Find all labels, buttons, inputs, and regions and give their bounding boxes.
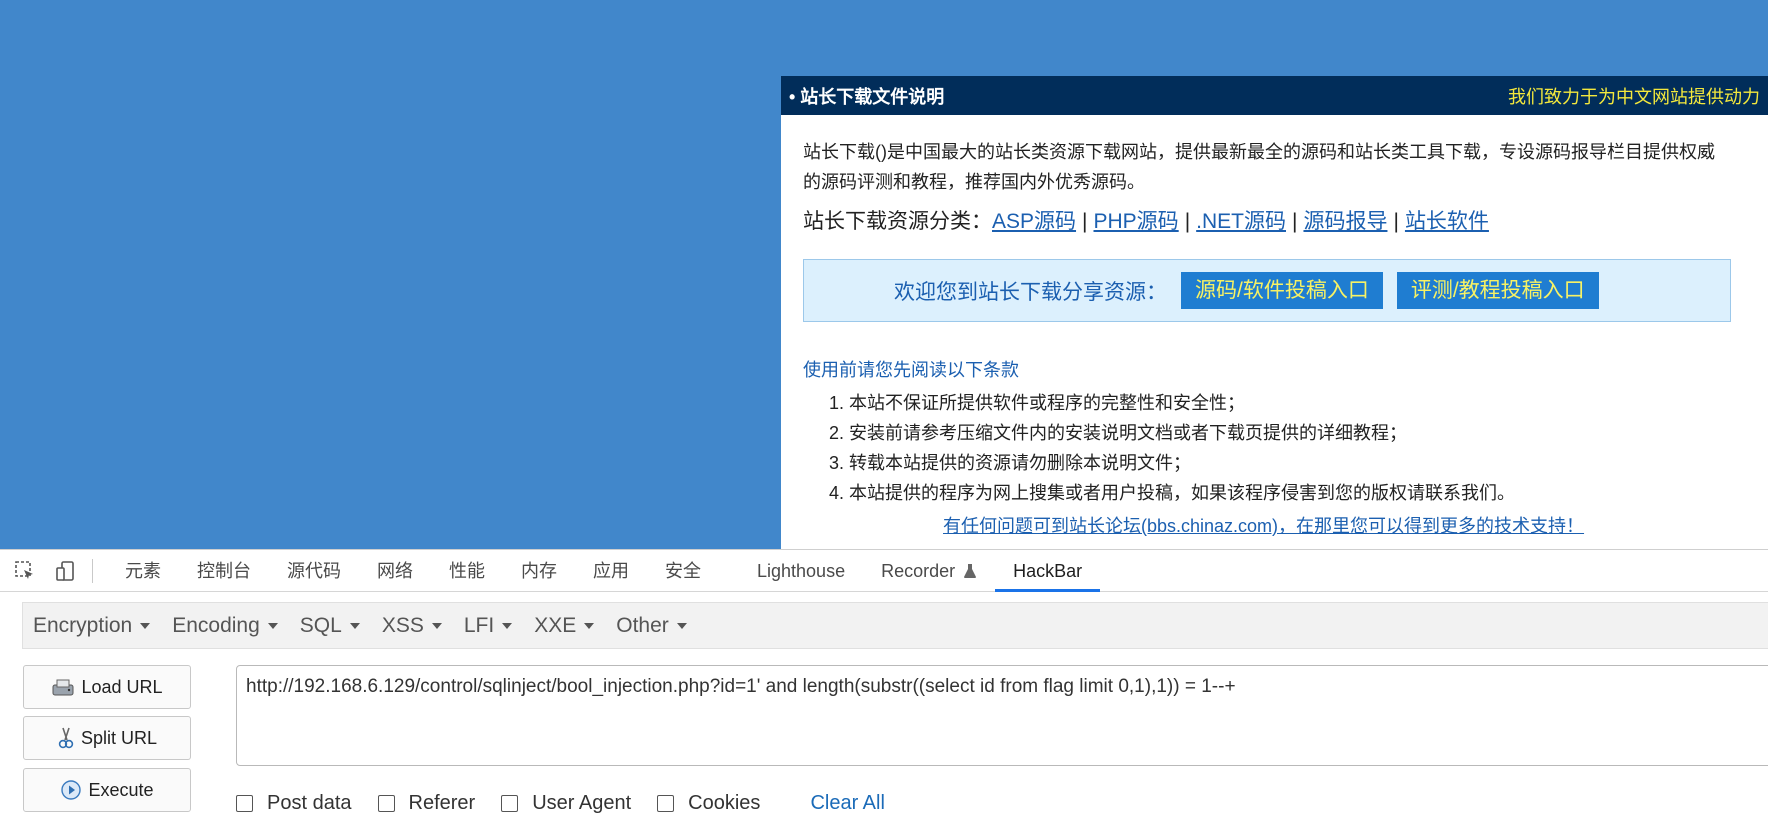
menu-lfi[interactable]: LFI xyxy=(463,613,513,638)
cookies-checkbox[interactable] xyxy=(657,795,675,812)
category-link-php[interactable]: PHP源码 xyxy=(1094,210,1179,233)
scissors-icon xyxy=(58,727,74,749)
load-url-icon xyxy=(52,679,74,696)
play-icon xyxy=(61,780,82,800)
chevron-down-icon xyxy=(349,622,360,629)
menu-xss-label: XSS xyxy=(381,613,424,637)
chevron-down-icon xyxy=(584,622,595,629)
tab-elements[interactable]: 元素 xyxy=(107,550,179,592)
panel-title: • 站长下载文件说明 xyxy=(789,86,945,107)
category-link-report[interactable]: 源码报导 xyxy=(1303,210,1387,233)
chevron-down-icon xyxy=(267,622,278,629)
menu-encoding-label: Encoding xyxy=(172,613,260,637)
referer-label: Referer xyxy=(408,792,476,814)
menu-encoding[interactable]: Encoding xyxy=(172,614,278,638)
tab-hackbar[interactable]: HackBar xyxy=(995,550,1101,592)
url-textarea[interactable]: http://192.168.6.129/control/sqlinject/b… xyxy=(236,665,1768,766)
share-text: 欢迎您到站长下载分享资源： xyxy=(894,280,1167,304)
option-user-agent[interactable]: User Agent xyxy=(501,792,631,815)
devtools-panel: 元素 控制台 源代码 网络 性能 内存 应用 安全 Lighthouse Rec… xyxy=(0,549,1768,828)
submit-review-button[interactable]: 评测/教程投稿入口 xyxy=(1396,272,1599,309)
tab-memory[interactable]: 内存 xyxy=(503,550,575,592)
terms-item: 安装前请参考压缩文件内的安装说明文档或者下载页提供的详细教程； xyxy=(849,418,1768,448)
menu-sql[interactable]: SQL xyxy=(300,614,360,638)
download-info-panel: • 站长下载文件说明 我们致力于为中文网站提供动力 站长下载()是中国最大的站长… xyxy=(781,76,1768,549)
flask-icon xyxy=(964,563,977,578)
menu-encryption[interactable]: Encryption xyxy=(33,613,151,638)
panel-slogan: 我们致力于为中文网站提供动力 xyxy=(1508,86,1760,107)
option-post-data[interactable]: Post data xyxy=(236,792,352,815)
cookies-label: Cookies xyxy=(688,792,761,814)
share-box: 欢迎您到站长下载分享资源： 源码/软件投稿入口 评测/教程投稿入口 xyxy=(803,259,1731,322)
web-page: • 站长下载文件说明 我们致力于为中文网站提供动力 站长下载()是中国最大的站长… xyxy=(0,0,1768,549)
tab-performance[interactable]: 性能 xyxy=(431,550,503,592)
option-cookies[interactable]: Cookies xyxy=(657,792,760,815)
tab-recorder[interactable]: Recorder xyxy=(863,550,995,592)
execute-button[interactable]: Execute xyxy=(23,768,191,812)
terms-title: 使用前请您先阅读以下条款 xyxy=(803,360,1019,380)
panel-body: 站长下载()是中国最大的站长类资源下载网站，提供最新最全的源码和站长类工具下载，… xyxy=(781,137,1768,538)
category-link-software[interactable]: 站长软件 xyxy=(1405,210,1489,233)
inspect-icon[interactable] xyxy=(10,556,40,586)
split-url-label: Split URL xyxy=(80,727,158,748)
user-agent-checkbox[interactable] xyxy=(501,795,519,812)
tab-application[interactable]: 应用 xyxy=(575,550,647,592)
tabbar-divider xyxy=(92,558,93,583)
menu-lfi-label: LFI xyxy=(463,613,495,637)
categories-line: 站长下载资源分类：ASP源码 | PHP源码 | .NET源码 | 源码报导 | 站长软件 xyxy=(803,210,1489,233)
menu-other[interactable]: Other xyxy=(616,614,687,638)
intro-text: 站长下载()是中国最大的站长类资源下载网站，提供最新最全的源码和站长类工具下载，… xyxy=(803,142,1715,192)
chevron-down-icon xyxy=(502,622,513,629)
category-link-asp[interactable]: ASP源码 xyxy=(992,210,1076,233)
chevron-down-icon xyxy=(676,622,687,629)
post-data-checkbox[interactable] xyxy=(236,795,253,812)
tab-network[interactable]: 网络 xyxy=(359,550,431,592)
category-link-net[interactable]: .NET源码 xyxy=(1196,210,1286,233)
menu-encryption-label: Encryption xyxy=(33,613,133,637)
terms-item: 转载本站提供的资源请勿删除本说明文件； xyxy=(849,448,1768,478)
load-url-button[interactable]: Load URL xyxy=(23,665,191,709)
load-url-label: Load URL xyxy=(81,676,163,697)
referer-checkbox[interactable] xyxy=(377,795,395,812)
hackbar-options: Post data Referer User Agent Cookies Cle… xyxy=(236,792,885,815)
tab-console[interactable]: 控制台 xyxy=(179,550,269,592)
tab-recorder-label: Recorder xyxy=(881,560,956,581)
menu-xxe[interactable]: XXE xyxy=(534,613,595,638)
clear-all-link[interactable]: Clear All xyxy=(810,792,884,815)
user-agent-label: User Agent xyxy=(532,792,632,814)
menu-xss[interactable]: XSS xyxy=(382,614,442,638)
tab-lighthouse[interactable]: Lighthouse xyxy=(739,550,863,592)
terms-item: 本站提供的程序为网上搜集或者用户投稿，如果该程序侵害到您的版权请联系我们。 xyxy=(849,478,1768,508)
execute-label: Execute xyxy=(88,779,154,800)
forum-link[interactable]: 有任何问题可到站长论坛(bbs.chinaz.com)，在那里您可以得到更多的技… xyxy=(803,512,1768,538)
terms-item: 本站不保证所提供软件或程序的完整性和安全性； xyxy=(849,388,1768,418)
hackbar-menu: Encryption Encoding SQL XSS LFI XXE Othe… xyxy=(22,602,1768,649)
chevron-down-icon xyxy=(431,622,442,629)
option-referer[interactable]: Referer xyxy=(377,792,476,815)
panel-header: • 站长下载文件说明 我们致力于为中文网站提供动力 xyxy=(781,76,1768,115)
post-data-label: Post data xyxy=(267,792,352,814)
menu-sql-label: SQL xyxy=(299,613,342,637)
tab-security[interactable]: 安全 xyxy=(647,550,719,592)
menu-other-label: Other xyxy=(616,613,669,637)
terms-list: 本站不保证所提供软件或程序的完整性和安全性； 安装前请参考压缩文件内的安装说明文… xyxy=(803,388,1768,508)
submit-source-button[interactable]: 源码/软件投稿入口 xyxy=(1181,272,1383,309)
devtools-tabbar: 元素 控制台 源代码 网络 性能 内存 应用 安全 Lighthouse Rec… xyxy=(0,550,1768,592)
device-toggle-icon[interactable] xyxy=(50,556,80,586)
split-url-button[interactable]: Split URL xyxy=(23,716,191,760)
tab-sources[interactable]: 源代码 xyxy=(269,550,359,592)
chevron-down-icon xyxy=(140,622,151,629)
menu-xxe-label: XXE xyxy=(534,613,577,637)
categories-label: 站长下载资源分类： xyxy=(803,210,992,233)
